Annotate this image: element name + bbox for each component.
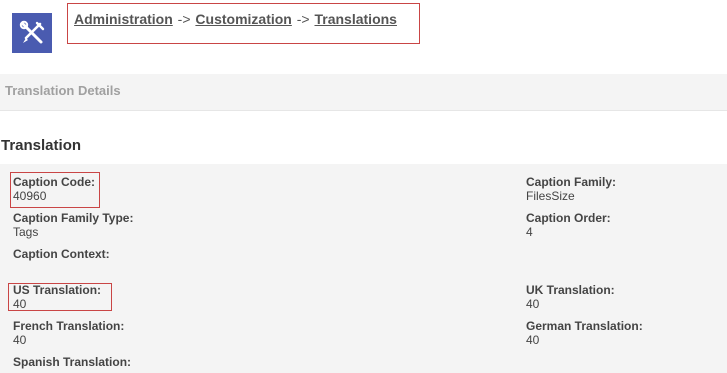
uk-translation-label: UK Translation: xyxy=(526,283,615,297)
caption-order-field: Caption Order: 4 xyxy=(526,211,611,239)
tools-icon xyxy=(12,13,52,53)
caption-family-value: FilesSize xyxy=(526,189,575,203)
breadcrumb-link-customization[interactable]: Customization xyxy=(195,11,291,27)
us-translation-field: US Translation: 40 xyxy=(13,283,101,311)
caption-family-type-label: Caption Family Type: xyxy=(13,211,134,225)
french-translation-field: French Translation: 40 xyxy=(13,319,124,347)
spanish-translation-label: Spanish Translation: xyxy=(13,355,132,369)
german-translation-field: German Translation: 40 xyxy=(526,319,643,347)
us-translation-value: 40 xyxy=(13,297,27,311)
caption-code-field: Caption Code: 40960 xyxy=(13,175,95,203)
breadcrumb-separator: -> xyxy=(296,11,310,27)
caption-context-label: Caption Context: xyxy=(13,247,110,261)
caption-family-type-field: Caption Family Type: Tags xyxy=(13,211,133,239)
us-translation-label: US Translation: xyxy=(13,283,102,297)
french-translation-label: French Translation: xyxy=(13,319,125,333)
caption-family-field: Caption Family: FilesSize xyxy=(526,175,616,203)
uk-translation-field: UK Translation: 40 xyxy=(526,283,615,311)
breadcrumb: Administration -> Customization -> Trans… xyxy=(74,11,397,27)
caption-family-label: Caption Family: xyxy=(526,175,617,189)
caption-context-field: Caption Context: xyxy=(13,247,110,261)
caption-family-type-value: Tags xyxy=(13,225,39,239)
breadcrumb-link-translations[interactable]: Translations xyxy=(314,11,396,27)
breadcrumb-separator: -> xyxy=(177,11,191,27)
caption-code-label: Caption Code: xyxy=(13,175,95,189)
breadcrumb-link-administration[interactable]: Administration xyxy=(74,11,173,27)
section-title: Translation xyxy=(1,137,82,154)
translation-details-label: Translation Details xyxy=(5,83,121,98)
translation-details-band: Translation Details xyxy=(0,74,727,111)
spanish-translation-field: Spanish Translation: xyxy=(13,355,131,369)
uk-translation-value: 40 xyxy=(526,297,540,311)
caption-code-value: 40960 xyxy=(13,189,47,203)
german-translation-value: 40 xyxy=(526,333,540,347)
german-translation-label: German Translation: xyxy=(526,319,643,333)
caption-order-label: Caption Order: xyxy=(526,211,611,225)
french-translation-value: 40 xyxy=(13,333,27,347)
caption-order-value: 4 xyxy=(526,225,533,239)
